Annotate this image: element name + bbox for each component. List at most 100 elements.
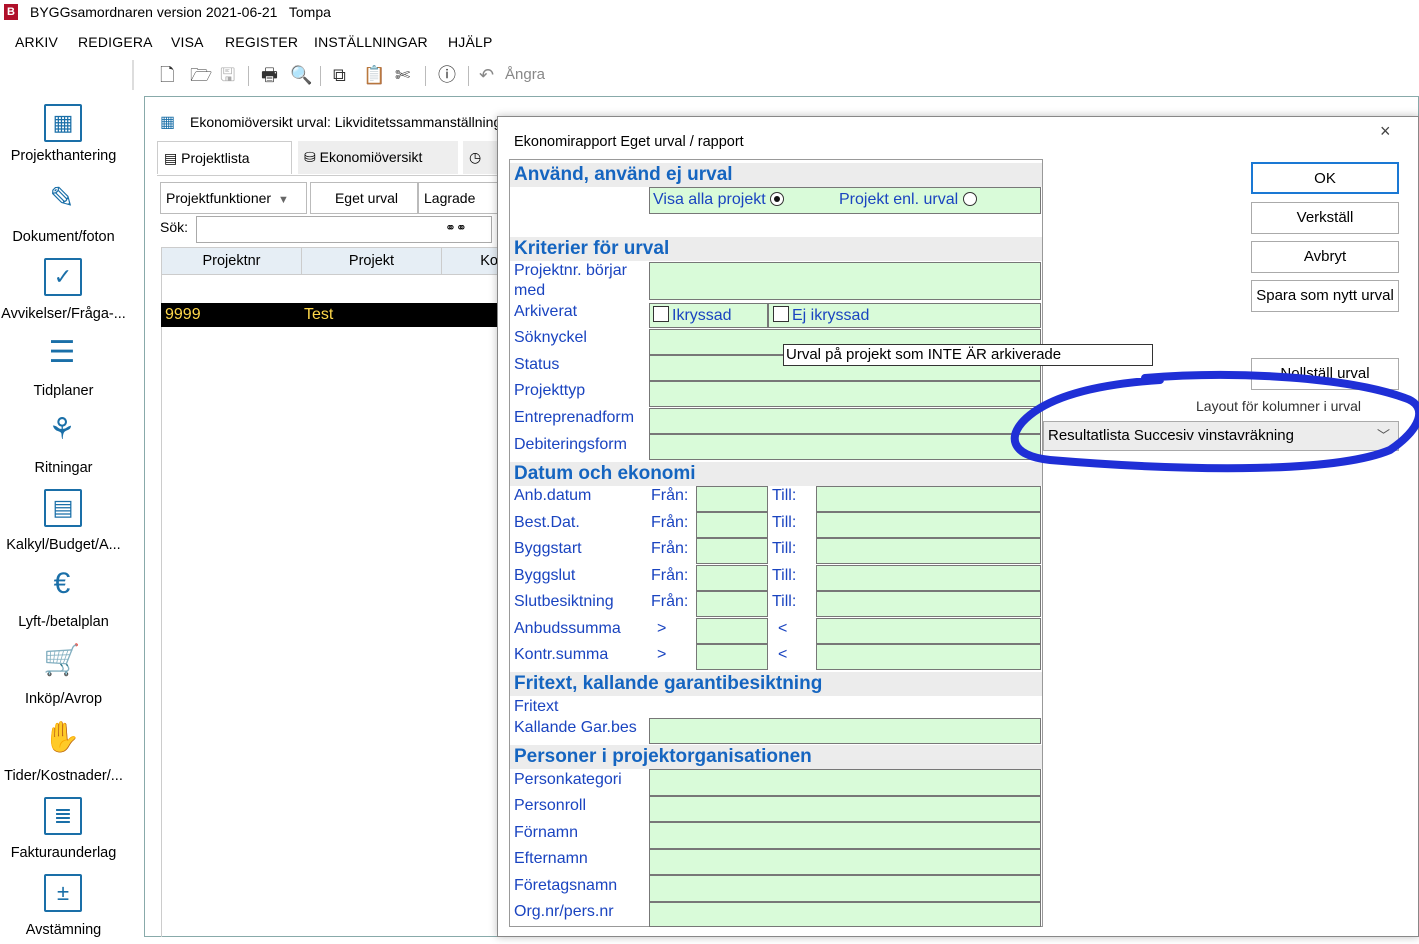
table-row[interactable]: 9999 Test: [161, 303, 501, 327]
radio-unselected-icon[interactable]: [962, 192, 977, 206]
new-icon[interactable]: 🗋: [160, 64, 174, 86]
tab-projektlista[interactable]: ▤ Projektlista: [157, 141, 292, 174]
from-field[interactable]: [696, 565, 768, 591]
to-field[interactable]: [816, 618, 1041, 644]
sidebar-item-label: Kalkyl/Budget/A...: [6, 537, 121, 553]
sidebar-item-faktura[interactable]: ≣ Fakturaunderlag: [0, 791, 135, 867]
save-icon[interactable]: 🖫: [220, 64, 235, 86]
fornamn-field[interactable]: [649, 822, 1041, 849]
print-icon[interactable]: 🖶: [261, 64, 278, 86]
clock-icon: ◷: [469, 149, 482, 165]
close-icon[interactable]: ×: [1380, 121, 1391, 142]
projekttyp-field[interactable]: [649, 381, 1041, 407]
toolbar-separator: [468, 66, 469, 86]
window-icon: ▦: [160, 114, 176, 131]
sidebar-item-tider[interactable]: ✋ Tider/Kostnader/...: [0, 714, 135, 790]
personroll-field[interactable]: [649, 796, 1041, 822]
label-personkategori: Personkategori: [514, 771, 622, 788]
chevron-down-icon: ﹀: [1376, 428, 1390, 443]
to-field[interactable]: [816, 644, 1041, 670]
less-label: <: [778, 646, 788, 663]
radio-visa-alla[interactable]: Visa alla projekt: [653, 191, 785, 209]
orgnr-field[interactable]: [649, 902, 1041, 927]
ok-button[interactable]: OK: [1251, 162, 1399, 194]
from-field[interactable]: [696, 486, 768, 512]
checkbox-ej-ikryssad[interactable]: [773, 306, 789, 322]
avbryt-button[interactable]: Avbryt: [1251, 241, 1399, 273]
sidebar-item-avstamning[interactable]: ± Avstämning: [0, 868, 135, 944]
checkbox-icon: ✓: [44, 258, 82, 296]
spara-som-nytt-urval-button[interactable]: Spara som nytt urval: [1251, 280, 1399, 312]
from-field[interactable]: [696, 644, 768, 670]
from-field[interactable]: [696, 591, 768, 617]
copy-icon[interactable]: ⧉: [333, 64, 346, 86]
projektfunktioner-dropdown[interactable]: Projektfunktioner ▼: [160, 182, 307, 214]
sidebar-item-inkop[interactable]: 🛒 Inköp/Avrop: [0, 637, 135, 713]
to-field[interactable]: [816, 486, 1041, 512]
from-field[interactable]: [696, 538, 768, 564]
foretagsnamn-field[interactable]: [649, 875, 1041, 902]
from-field[interactable]: [696, 512, 768, 538]
nollstall-urval-button[interactable]: Nollställ urval: [1251, 358, 1399, 390]
menu-visa[interactable]: VISA: [171, 34, 204, 50]
verkstall-button[interactable]: Verkställ: [1251, 202, 1399, 234]
euro-icon: €: [53, 567, 71, 600]
radio-enl-urval[interactable]: Projekt enl. urval: [839, 191, 977, 209]
paste-icon[interactable]: 📋: [363, 64, 385, 86]
sidebar-item-kalkyl[interactable]: ▤ Kalkyl/Budget/A...: [0, 483, 135, 559]
menu-arkiv[interactable]: ARKIV: [15, 34, 58, 50]
sidebar-item-lyft[interactable]: € Lyft-/betalplan: [0, 560, 135, 636]
grid-border: [161, 275, 162, 937]
layout-select-value: Resultatlista Succesiv vinstavräkning: [1048, 427, 1294, 444]
radio-label: Projekt enl. urval: [839, 191, 959, 208]
reconcile-icon: ±: [44, 874, 82, 912]
personkategori-field[interactable]: [649, 769, 1041, 796]
projektnr-field[interactable]: [649, 262, 1041, 300]
sidebar-item-projekthantering[interactable]: ▦ Projekthantering: [0, 98, 135, 174]
menu-register[interactable]: REGISTER: [225, 34, 298, 50]
sidebar-item-avvikelser[interactable]: ✓ Avvikelser/Fråga-...: [0, 252, 135, 328]
eget-urval-button[interactable]: Eget urval: [310, 182, 418, 214]
arkiverat-ikryssad[interactable]: Ikryssad: [649, 303, 768, 328]
debiteringsform-field[interactable]: [649, 434, 1041, 460]
binoculars-icon[interactable]: ⚭⚭: [445, 220, 467, 236]
lagrade-button[interactable]: Lagrade: [418, 182, 500, 214]
sidebar-item-dokument[interactable]: ✎ Dokument/foton: [0, 175, 135, 251]
checkbox-ikryssad[interactable]: [653, 306, 669, 322]
open-icon[interactable]: 🗁: [190, 64, 212, 86]
function-row: Projektfunktioner ▼ Eget urval Lagrade: [160, 182, 500, 214]
user-name: Tompa: [288, 4, 331, 20]
label-soknyckel: Söknyckel: [514, 329, 587, 346]
efternamn-field[interactable]: [649, 849, 1041, 875]
cut-icon[interactable]: ✄: [395, 64, 410, 86]
compass-icon: ⚘: [48, 413, 76, 446]
menu-installningar[interactable]: INSTÄLLNINGAR: [314, 34, 428, 50]
sidebar-item-label: Avvikelser/Fråga-...: [1, 306, 126, 322]
column-header-projekt[interactable]: Projekt: [302, 248, 442, 275]
undo-icon[interactable]: ↶: [479, 64, 494, 86]
kallande-field[interactable]: [649, 718, 1041, 744]
tab-ekonomioversikt[interactable]: ⛁ Ekonomiöversikt: [298, 141, 458, 174]
to-field[interactable]: [816, 538, 1041, 564]
from-field[interactable]: [696, 618, 768, 644]
entreprenadform-field[interactable]: [649, 408, 1041, 434]
to-field[interactable]: [816, 591, 1041, 617]
radio-selected-icon[interactable]: [770, 192, 785, 206]
column-header-projektnr[interactable]: Projektnr: [162, 248, 302, 275]
layout-select[interactable]: Resultatlista Succesiv vinstavräkning ﹀: [1043, 421, 1399, 451]
sidebar-item-tidplaner[interactable]: ☰ Tidplaner: [0, 329, 135, 405]
arkiverat-ej-ikryssad[interactable]: Ej ikryssad: [768, 303, 1041, 328]
menu-hjalp[interactable]: HJÄLP: [448, 34, 493, 50]
preview-icon[interactable]: 🔍: [290, 64, 312, 86]
search-label: Sök:: [160, 219, 189, 235]
to-field[interactable]: [816, 512, 1041, 538]
tab-label: Ekonomiöversikt: [319, 149, 423, 165]
help-icon[interactable]: ⓘ: [438, 64, 456, 86]
column-header-ko[interactable]: Ko: [442, 248, 502, 275]
radio-group-visning: Visa alla projekt Projekt enl. urval: [649, 187, 1041, 214]
undo-label[interactable]: Ångra: [505, 66, 545, 83]
to-field[interactable]: [816, 565, 1041, 591]
menu-redigera[interactable]: REDIGERA: [78, 34, 153, 50]
sidebar-item-ritningar[interactable]: ⚘ Ritningar: [0, 406, 135, 482]
timeline-icon: ☰: [48, 336, 76, 369]
